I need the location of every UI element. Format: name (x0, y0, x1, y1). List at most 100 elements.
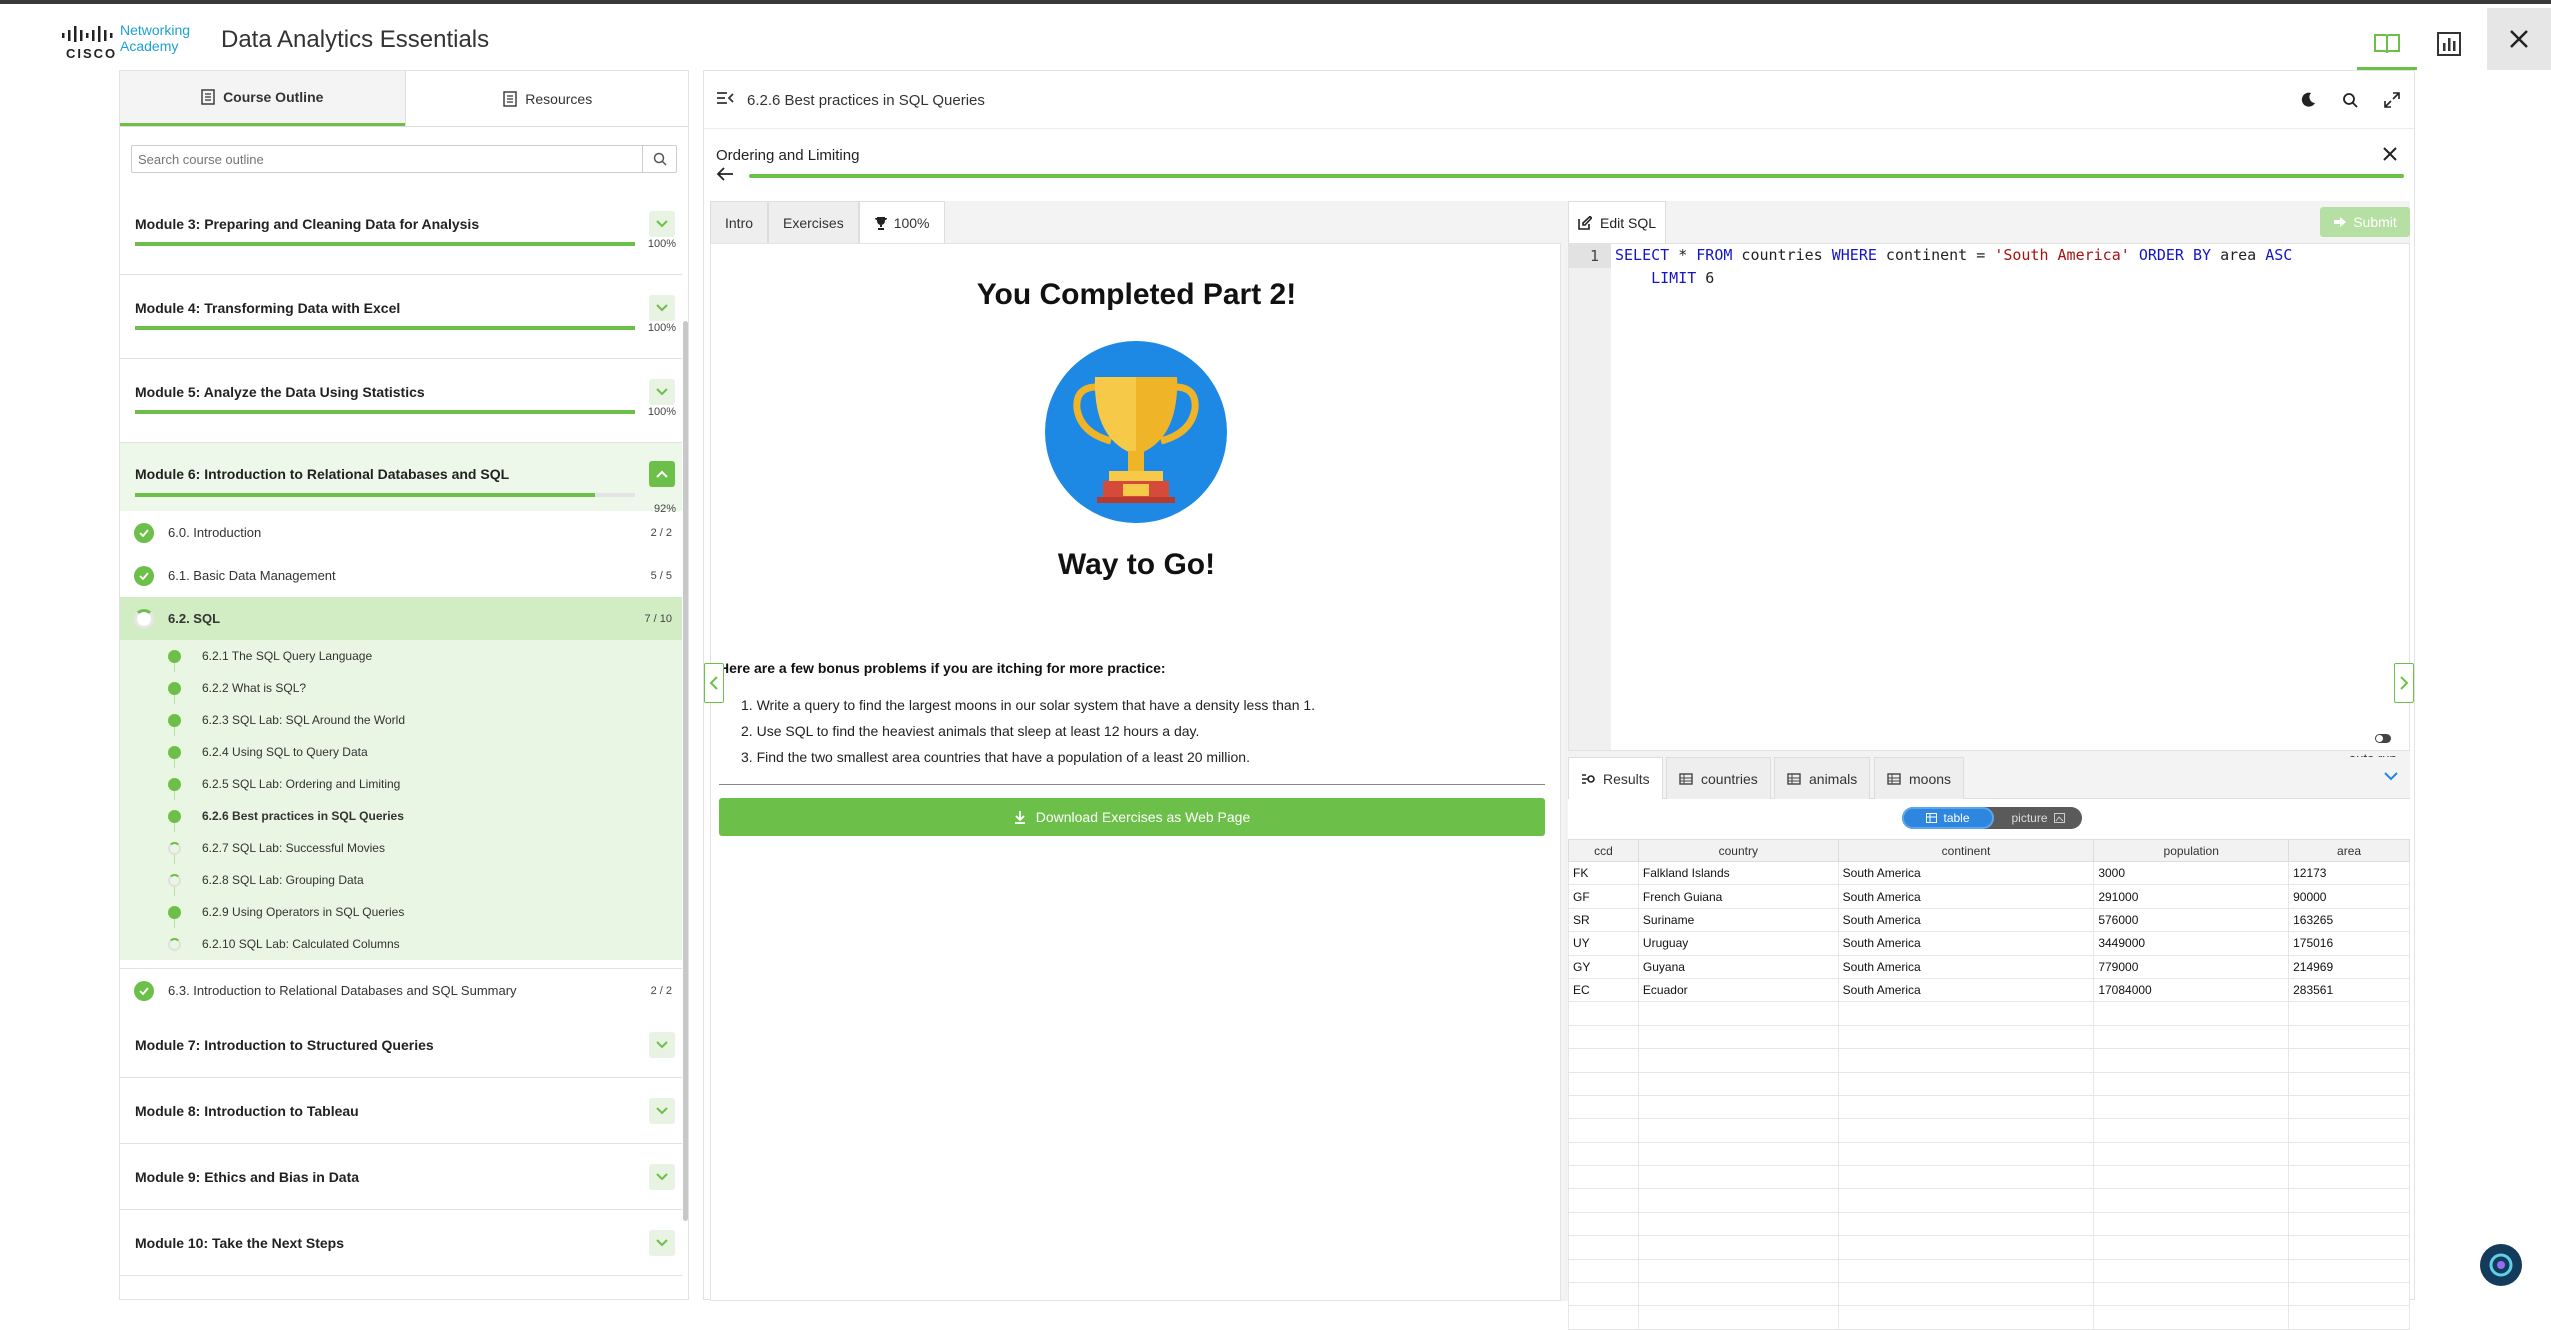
collapse-menu-icon[interactable] (716, 91, 734, 105)
picture-view-button[interactable]: picture (1994, 807, 2082, 829)
subsection-item[interactable]: 6.2.3 SQL Lab: SQL Around the World (120, 704, 682, 746)
search-button[interactable] (2339, 89, 2361, 111)
table-cell (2288, 1258, 2410, 1284)
tab-intro[interactable]: Intro (710, 201, 769, 243)
table-cell: Suriname (1637, 907, 1839, 933)
download-exercises-button[interactable]: Download Exercises as Web Page (719, 798, 1545, 836)
collapse-module-button[interactable] (649, 461, 675, 487)
table-cell (2093, 1001, 2290, 1026)
tab-results-label: Results (1603, 770, 1650, 787)
course-outline-toggle[interactable] (2357, 18, 2417, 70)
subsection-item[interactable]: 6.2.1 The SQL Query Language (120, 640, 682, 682)
progress-chart-button[interactable] (2419, 18, 2479, 70)
column-header[interactable]: continent (1837, 839, 2095, 862)
completed-dot-icon (168, 650, 181, 663)
chat-assistant-button[interactable] (2480, 1244, 2522, 1286)
module-5[interactable]: Module 5: Analyze the Data Using Statist… (120, 359, 682, 443)
code-editor[interactable]: 1 SELECT * FROM countries WHERE continen… (1568, 243, 2410, 766)
subsection-item[interactable]: 6.2.5 SQL Lab: Ordering and Limiting (120, 768, 682, 810)
submit-button[interactable]: Submit (2320, 207, 2410, 237)
tab-results[interactable]: Results (1568, 757, 1663, 799)
subsection-item[interactable]: 6.2.8 SQL Lab: Grouping Data (120, 864, 682, 906)
expand-module-button[interactable] (649, 295, 675, 321)
close-lab-icon[interactable] (2382, 146, 2398, 162)
table-cell (1637, 1211, 1839, 1237)
tab-countries[interactable]: countries (1666, 757, 1771, 799)
column-header[interactable]: area (2288, 839, 2410, 862)
course-outline-sidebar: Course Outline Resources Module 3: Prepa… (119, 70, 689, 1300)
module-progress-bar (135, 410, 635, 414)
table-cell (1568, 1001, 1639, 1026)
tab-course-outline[interactable]: Course Outline (120, 71, 405, 126)
module-progress-percent: 100% (647, 322, 676, 334)
section-6-0[interactable]: 6.0. Introduction 2 / 2 (120, 511, 682, 554)
outline-search (131, 145, 677, 173)
tab-resources[interactable]: Resources (404, 71, 689, 126)
table-row: SR Suriname South America 576000 163265 (1568, 907, 2410, 933)
expand-module-button[interactable] (649, 1164, 675, 1190)
subsection-item[interactable]: 6.2.7 SQL Lab: Successful Movies (120, 832, 682, 874)
expand-module-button[interactable] (649, 1230, 675, 1256)
column-header[interactable]: country (1637, 839, 1839, 862)
section-6-1[interactable]: 6.1. Basic Data Management 5 / 5 (120, 554, 682, 597)
fullscreen-button[interactable] (2381, 89, 2403, 111)
table-cell (1568, 1118, 1639, 1143)
search-button[interactable] (642, 146, 676, 172)
subsection-item[interactable]: 6.2.6 Best practices in SQL Queries (120, 800, 682, 842)
table-cell: 17084000 (2093, 977, 2290, 1003)
table-view-button[interactable]: table (1902, 807, 1994, 829)
module-10[interactable]: Module 10: Take the Next Steps (120, 1210, 682, 1276)
pending-dot-icon (168, 842, 181, 855)
column-header[interactable]: population (2093, 839, 2290, 862)
completion-heading: You Completed Part 2! (976, 278, 1297, 311)
column-header[interactable]: ccd (1568, 839, 1639, 862)
dark-mode-button[interactable] (2297, 89, 2319, 111)
expand-module-button[interactable] (649, 1032, 675, 1058)
table-row (1568, 1001, 2410, 1026)
section-6-3[interactable]: 6.3. Introduction to Relational Database… (120, 968, 682, 1011)
table-cell: 12173 (2288, 860, 2410, 886)
subsection-item[interactable]: 6.2.9 Using Operators in SQL Queries (120, 896, 682, 938)
module-4[interactable]: Module 4: Transforming Data with Excel 1… (120, 275, 682, 359)
module-6[interactable]: Module 6: Introduction to Relational Dat… (120, 443, 682, 515)
table-cell (1568, 1188, 1639, 1213)
table-header-row: ccd country continent population area (1568, 839, 2410, 862)
module-7[interactable]: Module 7: Introduction to Structured Que… (120, 1012, 682, 1078)
subsection-item[interactable]: 6.2.2 What is SQL? (120, 672, 682, 714)
expand-module-button[interactable] (649, 1098, 675, 1124)
module-3[interactable]: Module 3: Preparing and Cleaning Data fo… (120, 191, 682, 275)
table-cell (2093, 1071, 2290, 1096)
auto-run-toggle[interactable] (2375, 734, 2391, 743)
close-course-button[interactable] (2487, 8, 2551, 70)
tab-edit-sql[interactable]: Edit SQL (1568, 201, 1666, 243)
previous-button[interactable] (704, 663, 724, 703)
table-cell (2288, 1188, 2410, 1213)
back-arrow-icon[interactable] (716, 166, 734, 182)
sql-code[interactable]: SELECT * FROM countries WHERE continent … (1615, 244, 2405, 290)
module-9[interactable]: Module 9: Ethics and Bias in Data (120, 1144, 682, 1210)
networking-academy-label: Networking Academy (120, 22, 190, 54)
tab-moons[interactable]: moons (1874, 757, 1965, 799)
subsection-item[interactable]: 6.2.10 SQL Lab: Calculated Columns (120, 928, 682, 960)
module-8[interactable]: Module 8: Introduction to Tableau (120, 1078, 682, 1144)
expand-module-button[interactable] (649, 211, 675, 237)
tab-animals[interactable]: animals (1774, 757, 1871, 799)
cisco-networking-academy-logo[interactable]: CISCO Networking Academy (62, 22, 192, 61)
chevron-down-icon[interactable] (2384, 771, 2398, 781)
table-cell (2093, 1235, 2290, 1260)
sidebar-scrollbar[interactable] (683, 321, 688, 1221)
tab-animals-label: animals (1809, 770, 1858, 787)
tab-score[interactable]: 100% (858, 201, 945, 243)
subsection-item[interactable]: 6.2.4 Using SQL to Query Data (120, 736, 682, 778)
document-icon (201, 89, 215, 105)
table-cell (2093, 1305, 2290, 1330)
bonus-item: 1. Write a query to find the largest moo… (741, 697, 1316, 713)
expand-module-button[interactable] (649, 379, 675, 405)
next-button[interactable] (2394, 663, 2414, 703)
score-label: 100% (893, 214, 930, 231)
table-cell (1568, 1024, 1639, 1050)
tab-exercises[interactable]: Exercises (768, 201, 859, 243)
table-cell (2288, 1071, 2410, 1096)
section-6-2[interactable]: 6.2. SQL 7 / 10 (120, 597, 682, 640)
search-input[interactable] (132, 146, 642, 172)
